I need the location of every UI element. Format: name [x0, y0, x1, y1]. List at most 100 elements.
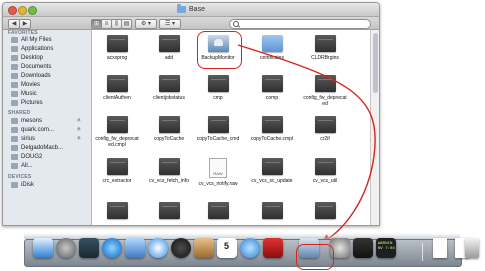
- file-label: crc_extractor: [102, 178, 132, 184]
- file-label: cv_vcs_fetch_info: [149, 178, 189, 184]
- sidebar-item-desktop[interactable]: Desktop: [11, 54, 43, 62]
- folder-icon: [260, 35, 285, 52]
- file-item[interactable]: [300, 202, 350, 222]
- mail-icon[interactable]: [125, 238, 145, 258]
- network-computer-icon: [11, 154, 18, 160]
- file-item[interactable]: certificates: [247, 35, 297, 61]
- safari-icon[interactable]: [148, 238, 168, 258]
- sidebar-item-quark[interactable]: quark.com... ≙: [11, 126, 85, 134]
- sidebar-item-doug2[interactable]: DOUG2: [11, 153, 42, 161]
- music-icon: [11, 91, 18, 97]
- terminal-icon[interactable]: [353, 238, 373, 258]
- photo-booth-icon[interactable]: [263, 238, 283, 258]
- file-label: comp: [265, 95, 279, 101]
- file-item[interactable]: [193, 202, 243, 222]
- file-item[interactable]: cv_vcs_fetch_info: [144, 158, 194, 184]
- file-item[interactable]: cv_vcs_sc_update: [247, 158, 297, 184]
- file-label: certificates: [260, 55, 284, 61]
- sidebar-item-label: quark.com...: [21, 127, 55, 133]
- sidebar-item-pictures[interactable]: Pictures: [11, 99, 43, 107]
- sidebar-item-music[interactable]: Music: [11, 90, 37, 98]
- sidebar-item-documents[interactable]: Documents: [11, 63, 51, 71]
- finder-window: Base ◀ ▶ ⊞ ≡ ⫼ ▤ ⚙ ▾ ☰ ▾ FAVORITES All M…: [2, 2, 380, 226]
- dashboard-icon[interactable]: [171, 238, 191, 258]
- sidebar-item-applications[interactable]: Applications: [11, 45, 53, 53]
- file-item[interactable]: [92, 202, 142, 222]
- sidebar-item-sirius[interactable]: sirius ≙: [11, 135, 85, 143]
- sidebar-item-all[interactable]: All...: [11, 162, 33, 170]
- app-store-icon[interactable]: [102, 238, 122, 258]
- applications-icon: [11, 46, 18, 52]
- window-title: Base: [3, 3, 379, 16]
- all-files-icon: [11, 37, 18, 43]
- backupmonitor-highlight-circle: [197, 31, 242, 69]
- forward-button[interactable]: ▶: [19, 19, 31, 29]
- sidebar-item-delgadomacb[interactable]: DelgadoMacb...: [11, 144, 63, 152]
- eject-icon[interactable]: ≙: [77, 127, 81, 133]
- folder-icon: [313, 75, 338, 92]
- file-item[interactable]: clientjobstatus: [144, 75, 194, 101]
- folder-icon: [177, 4, 187, 13]
- file-item[interactable]: cv_vcs_notify.raw: [193, 158, 243, 187]
- sidebar-item-idisk[interactable]: iDisk: [11, 181, 34, 189]
- folder-icon: [313, 202, 338, 219]
- sidebar-item-all-my-files[interactable]: All My Files: [11, 36, 52, 44]
- console-icon[interactable]: WARNIN NV 7:04: [376, 238, 396, 258]
- file-item[interactable]: clientAuthen: [92, 75, 142, 101]
- folder-icon: [260, 75, 285, 92]
- folder-icon: [260, 116, 285, 133]
- file-item[interactable]: acxxprog: [92, 35, 142, 61]
- folder-icon: [313, 116, 338, 133]
- title-bar[interactable]: Base: [3, 3, 379, 17]
- sidebar-item-downloads[interactable]: Downloads: [11, 72, 51, 80]
- sidebar-item-label: Music: [21, 91, 37, 97]
- scrollbar-thumb[interactable]: [373, 33, 378, 93]
- file-item[interactable]: copyToCache_cmd: [193, 116, 243, 142]
- raw-document-icon: [209, 158, 227, 178]
- file-item[interactable]: crc_extractor: [92, 158, 142, 184]
- file-label: clientAuthen: [103, 95, 131, 101]
- sidebar-item-mesons[interactable]: mesons ≙: [11, 117, 85, 125]
- file-item[interactable]: copyToCache.cmpl: [247, 116, 297, 142]
- file-label: acxxprog: [106, 55, 128, 61]
- file-item[interactable]: cr2if: [300, 116, 350, 142]
- network-globe-icon: [11, 163, 18, 169]
- dock: 5 WARNIN NV 7:04: [24, 238, 469, 267]
- network-computer-icon: [11, 136, 18, 142]
- launchpad-icon[interactable]: [56, 238, 76, 258]
- folder-icon: [313, 35, 338, 52]
- mission-control-icon[interactable]: [79, 238, 99, 258]
- trash-icon[interactable]: [465, 238, 479, 258]
- document-icon[interactable]: [433, 238, 447, 258]
- file-item[interactable]: add: [144, 35, 194, 61]
- vertical-scrollbar[interactable]: [370, 30, 379, 225]
- file-item[interactable]: [144, 202, 194, 222]
- console-text: WARNIN NV 7:04: [378, 242, 395, 251]
- file-label: copyToCache_cmd: [196, 136, 240, 142]
- file-item[interactable]: config_fw_deprecat ed: [300, 75, 350, 107]
- file-item[interactable]: config_fw_deprecat ed.cmpl: [92, 116, 142, 148]
- file-item[interactable]: comp: [247, 75, 297, 101]
- folder-icon: [206, 202, 231, 219]
- ical-icon[interactable]: 5: [217, 238, 237, 258]
- file-label: cv_vcs_notify.raw: [198, 181, 238, 187]
- file-item[interactable]: cv_vcs_util: [300, 158, 350, 184]
- search-field[interactable]: [229, 19, 371, 29]
- arrange-menu-button[interactable]: ☰ ▾: [159, 19, 181, 29]
- eject-icon[interactable]: ≙: [77, 118, 81, 124]
- file-item[interactable]: copyToCache: [144, 116, 194, 142]
- folder-icon: [105, 116, 130, 133]
- sidebar-item-movies[interactable]: Movies: [11, 81, 40, 89]
- folder-icon: [260, 158, 285, 175]
- file-label: config_fw_deprecat ed: [303, 95, 347, 107]
- file-item[interactable]: cmp: [193, 75, 243, 101]
- cover-flow-button[interactable]: ▤: [121, 19, 132, 29]
- file-item[interactable]: CLDRBrgins: [300, 35, 350, 61]
- sidebar-item-label: DOUG2: [21, 154, 43, 160]
- itunes-icon[interactable]: [240, 238, 260, 258]
- finder-icon[interactable]: [33, 238, 53, 258]
- file-item[interactable]: [247, 202, 297, 222]
- address-book-icon[interactable]: [194, 238, 214, 258]
- eject-icon[interactable]: ≙: [77, 136, 81, 142]
- action-menu-button[interactable]: ⚙ ▾: [135, 19, 157, 29]
